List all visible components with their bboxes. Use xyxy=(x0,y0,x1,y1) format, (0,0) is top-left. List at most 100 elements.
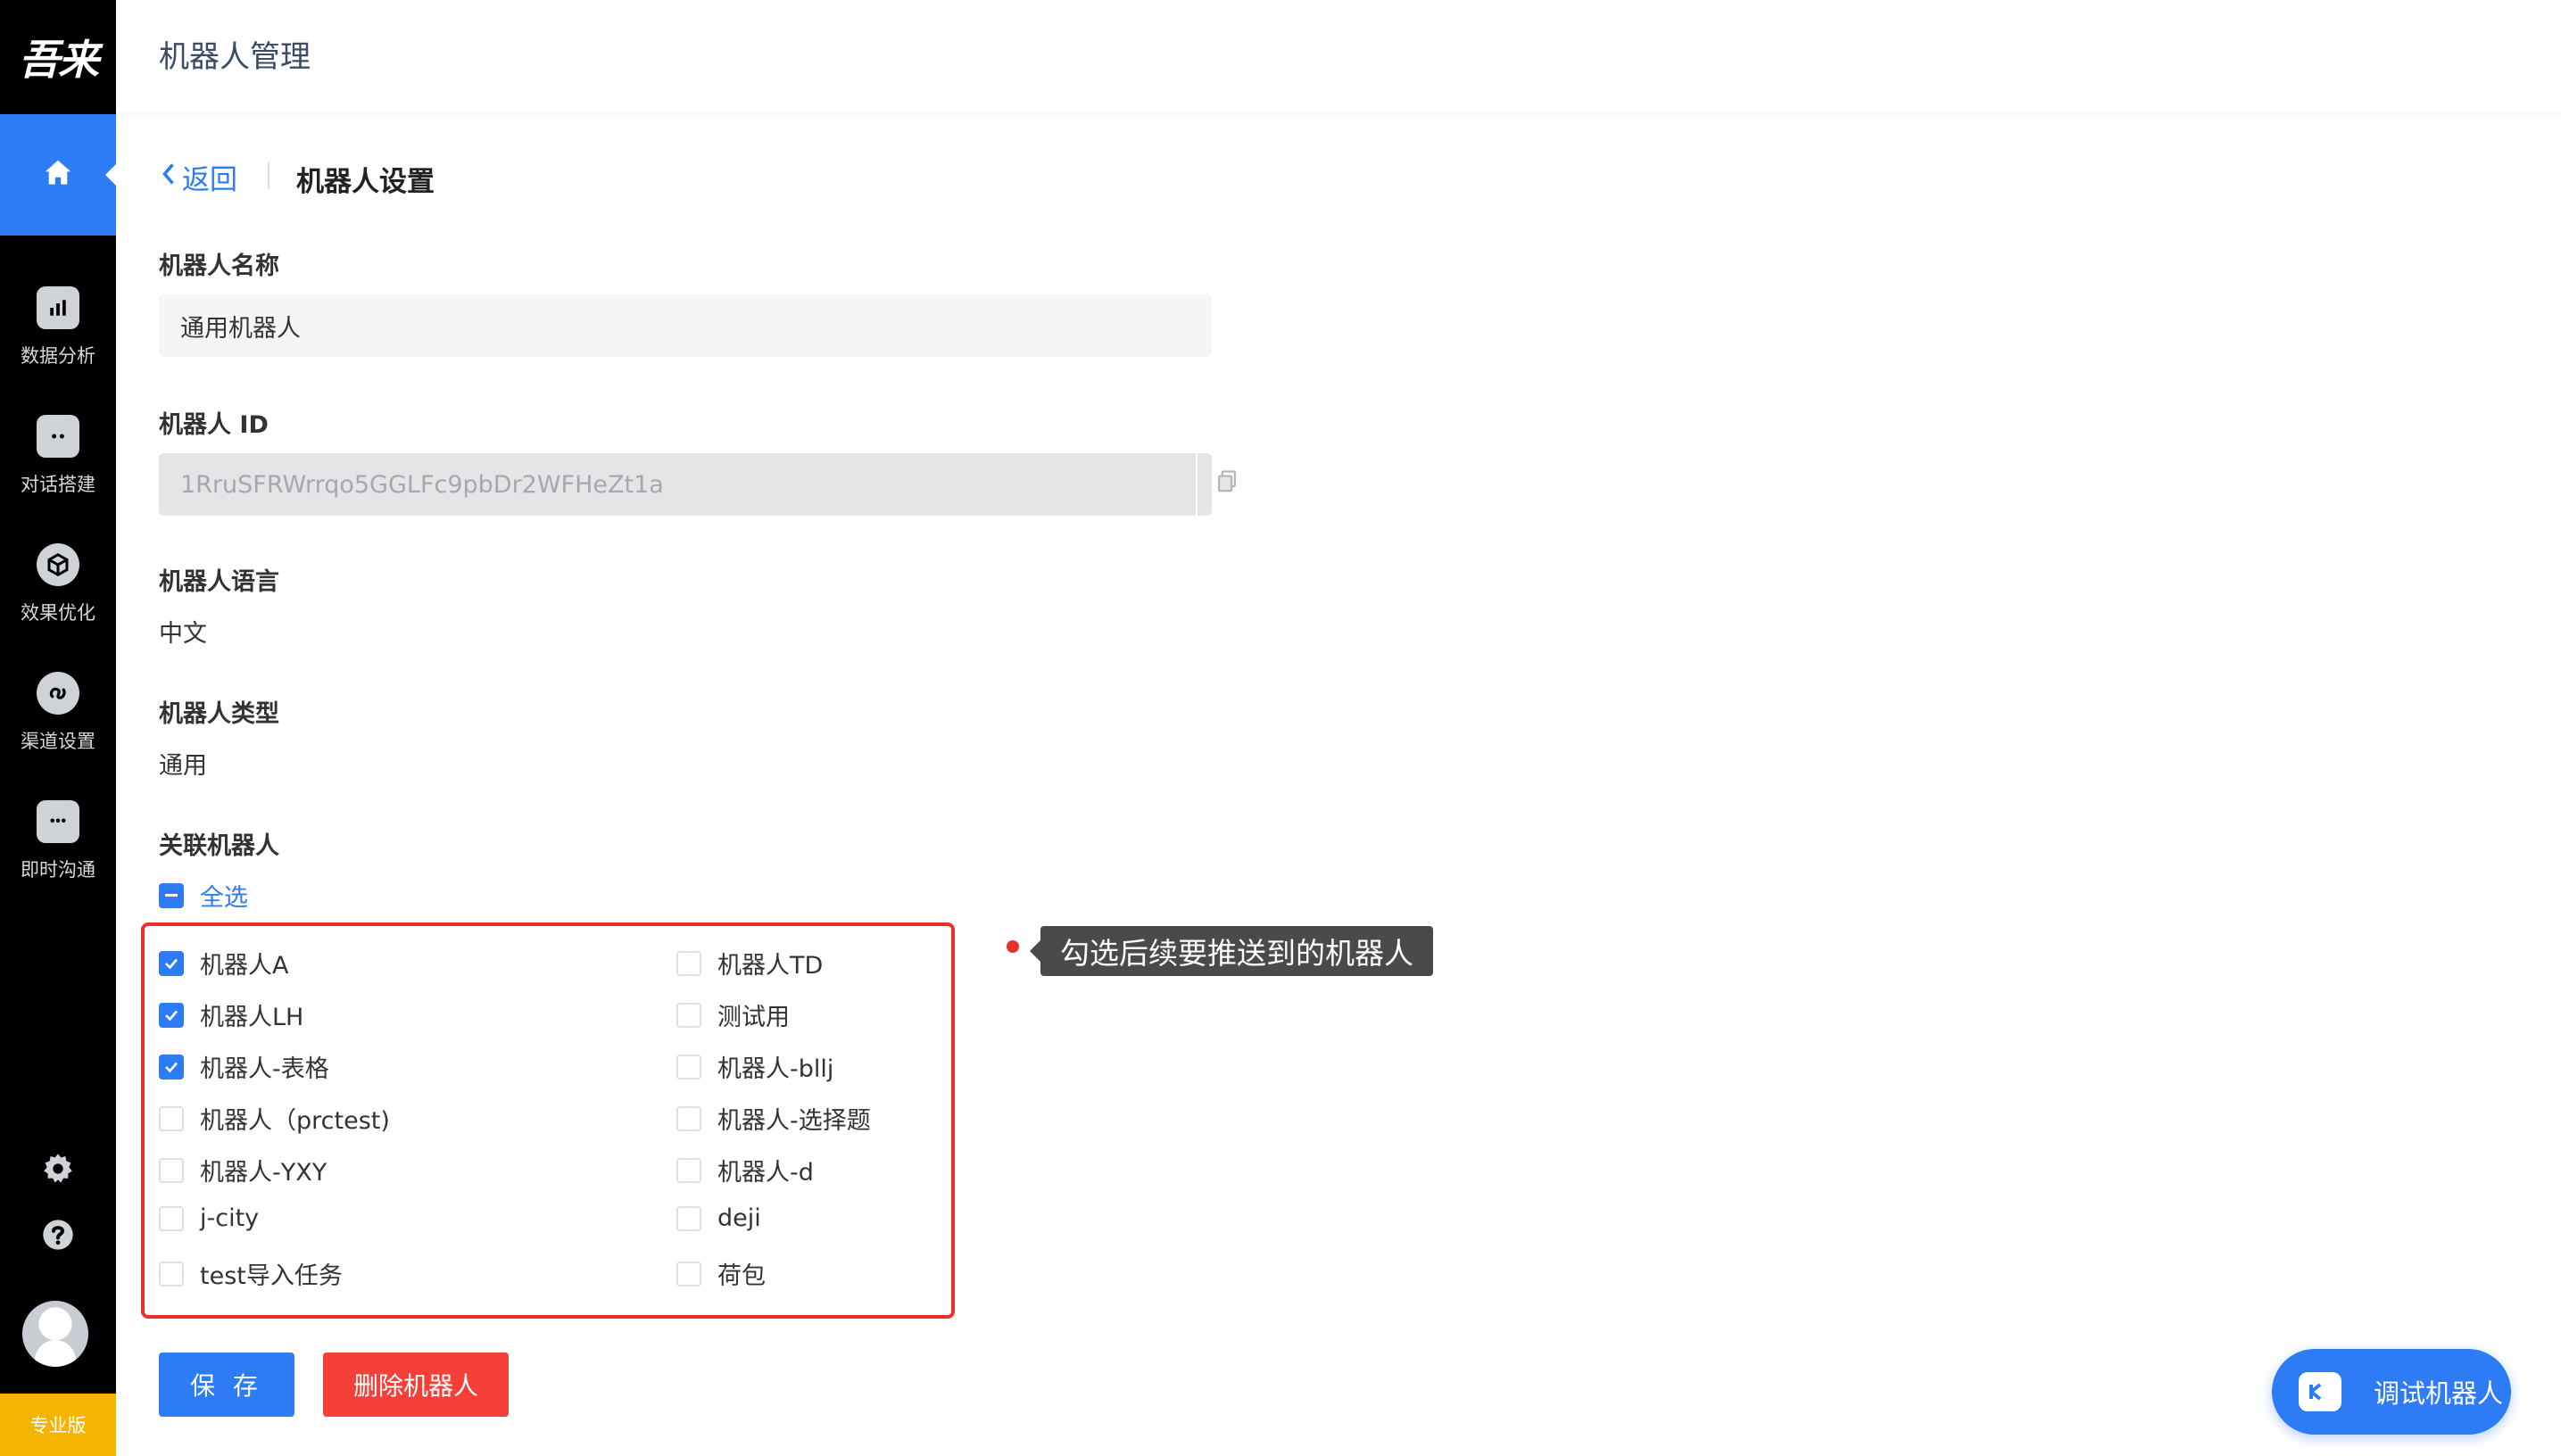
bot-checkbox[interactable]: j-city xyxy=(159,1204,259,1232)
breadcrumb-title: 机器人设置 xyxy=(296,166,435,198)
bot-checkbox[interactable]: 机器人-YXY xyxy=(159,1153,327,1187)
name-value: 通用机器人 xyxy=(180,314,301,343)
type-value: 通用 xyxy=(159,752,207,780)
bot-checkbox[interactable]: deji xyxy=(676,1204,761,1232)
page-title: 机器人管理 xyxy=(159,39,311,75)
check-icon xyxy=(165,1062,178,1072)
sidebar-item-label: 数据分析 xyxy=(21,345,95,367)
sidebar-item-label: 对话搭建 xyxy=(21,474,95,495)
bot-label: 机器人（prctest) xyxy=(200,1107,390,1135)
checkbox-unchecked xyxy=(676,1002,701,1028)
copy-icon xyxy=(1215,469,1239,500)
bot-checkbox[interactable]: 测试用 xyxy=(676,997,790,1032)
sidebar-item-home[interactable] xyxy=(0,114,116,236)
select-all-checkbox[interactable]: 全选 xyxy=(159,878,248,913)
name-label: 机器人名称 xyxy=(159,252,279,280)
checkbox-checked xyxy=(159,1054,184,1080)
bot-label: 测试用 xyxy=(717,1004,790,1031)
checkbox-checked xyxy=(159,950,184,976)
bot-checkbox[interactable]: 机器人-表格 xyxy=(159,1049,329,1084)
related-label: 关联机器人 xyxy=(159,832,279,860)
language-label: 机器人语言 xyxy=(159,568,279,596)
bot-label: 机器人-YXY xyxy=(200,1159,327,1187)
delete-robot-button[interactable]: 删除机器人 xyxy=(323,1353,509,1417)
bot-label: 机器人-bllj xyxy=(717,1055,834,1083)
bot-label: 机器人TD xyxy=(717,952,824,980)
bot-label: j-city xyxy=(200,1204,260,1232)
check-icon xyxy=(165,1010,178,1021)
select-all-label: 全选 xyxy=(200,884,248,912)
language-value: 中文 xyxy=(159,620,207,648)
annotation-dot xyxy=(1007,940,1019,953)
debug-label: 调试机器人 xyxy=(2374,1378,2504,1409)
sidebar-item-label: 即时沟通 xyxy=(21,859,95,881)
bot-label: 机器人-d xyxy=(717,1159,814,1187)
help-icon[interactable] xyxy=(37,1213,79,1256)
checkbox-unchecked xyxy=(676,1261,701,1286)
type-label: 机器人类型 xyxy=(159,700,279,728)
breadcrumb-divider xyxy=(268,162,269,189)
checkbox-unchecked xyxy=(676,1054,701,1080)
bot-label: 机器人A xyxy=(200,952,289,980)
bot-label: 荷包 xyxy=(717,1262,766,1290)
checkbox-indeterminate xyxy=(159,882,184,908)
avatar[interactable] xyxy=(22,1301,88,1367)
cube-icon xyxy=(37,543,79,586)
sidebar-item-instant-chat[interactable]: 即时沟通 xyxy=(0,783,116,899)
home-icon xyxy=(41,156,75,194)
checkbox-unchecked xyxy=(676,1157,701,1183)
sidebar: 吾来 数据分析 对话搭建 效果优化 渠道设置 即时沟通 专业版 xyxy=(0,0,116,1456)
bot-checkbox[interactable]: 机器人-d xyxy=(676,1153,814,1187)
app-logo[interactable]: 吾来 xyxy=(0,0,116,114)
bar-chart-icon xyxy=(37,286,79,329)
checkbox-checked xyxy=(159,1002,184,1028)
plan-badge: 专业版 xyxy=(0,1394,116,1456)
chevron-left-icon xyxy=(159,161,178,194)
sidebar-item-label: 效果优化 xyxy=(21,602,95,624)
bot-checkbox[interactable]: 荷包 xyxy=(676,1256,766,1291)
checkbox-unchecked xyxy=(676,1105,701,1131)
annotation-tooltip: 勾选后续要推送到的机器人 xyxy=(1030,926,1433,976)
top-header: 机器人管理 xyxy=(116,0,2561,112)
sidebar-item-dialogue-build[interactable]: 对话搭建 xyxy=(0,398,116,514)
bot-checkbox[interactable]: 机器人（prctest) xyxy=(159,1101,390,1136)
sidebar-item-label: 渠道设置 xyxy=(21,731,95,752)
bot-checkbox[interactable]: 机器人-bllj xyxy=(676,1049,833,1084)
main-content: 返回 机器人设置 机器人名称 通用机器人 机器人 ID 1RruSFRWrrqo… xyxy=(116,112,2561,1456)
back-link[interactable]: 返回 xyxy=(159,157,237,197)
copy-button[interactable] xyxy=(1196,453,1256,516)
check-icon xyxy=(165,958,178,969)
id-value: 1RruSFRWrrqo5GGLFc9pbDr2WFHeZt1a xyxy=(180,470,664,499)
checkbox-unchecked xyxy=(676,1205,701,1231)
id-label: 机器人 ID xyxy=(159,411,269,439)
id-field: 1RruSFRWrrqo5GGLFc9pbDr2WFHeZt1a xyxy=(159,453,1237,516)
bot-checkbox[interactable]: 机器人-选择题 xyxy=(676,1101,871,1136)
robot-icon xyxy=(37,415,79,458)
chat-bubble-icon xyxy=(37,800,79,843)
bot-checkbox[interactable]: 机器人LH xyxy=(159,997,303,1032)
checkbox-unchecked xyxy=(159,1205,184,1231)
bot-label: test导入任务 xyxy=(200,1262,343,1290)
bot-checkbox[interactable]: 机器人A xyxy=(159,946,288,980)
sidebar-item-optimization[interactable]: 效果优化 xyxy=(0,526,116,642)
sidebar-item-channels[interactable]: 渠道设置 xyxy=(0,655,116,771)
bot-label: 机器人-选择题 xyxy=(717,1107,871,1135)
checkbox-unchecked xyxy=(676,950,701,976)
name-input[interactable]: 通用机器人 xyxy=(159,294,1212,357)
checkbox-unchecked xyxy=(159,1105,184,1131)
sidebar-item-analytics[interactable]: 数据分析 xyxy=(0,269,116,385)
save-button[interactable]: 保 存 xyxy=(159,1353,294,1417)
active-indicator xyxy=(105,164,116,186)
link-icon xyxy=(37,672,79,715)
back-label: 返回 xyxy=(182,164,237,196)
robot-debug-icon xyxy=(2299,1372,2341,1411)
checkbox-unchecked xyxy=(159,1157,184,1183)
bot-checkbox[interactable]: 机器人TD xyxy=(676,946,823,980)
debug-robot-button[interactable]: 调试机器人 xyxy=(2272,1349,2511,1435)
bot-label: deji xyxy=(717,1204,761,1232)
bot-label: 机器人LH xyxy=(200,1004,304,1031)
bot-label: 机器人-表格 xyxy=(200,1055,329,1083)
checkbox-unchecked xyxy=(159,1261,184,1286)
bot-checkbox[interactable]: test导入任务 xyxy=(159,1256,343,1291)
gear-icon[interactable] xyxy=(37,1147,79,1190)
